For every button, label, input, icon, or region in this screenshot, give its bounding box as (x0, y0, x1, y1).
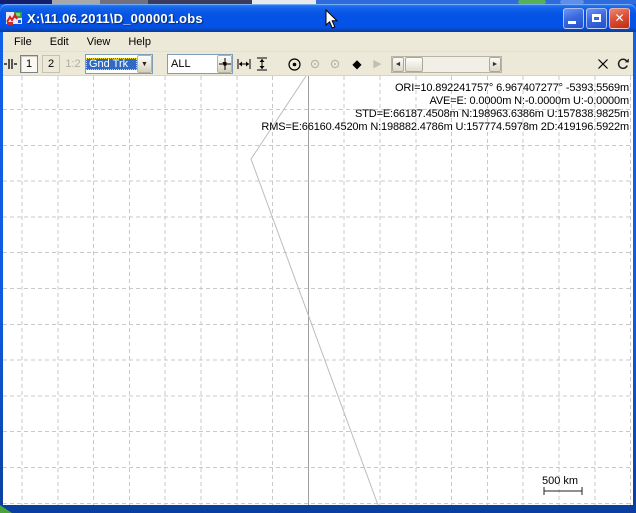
window-title: X:\11.06.2011\D_000001.obs (27, 11, 563, 26)
fit-horizontal-icon[interactable] (236, 57, 251, 71)
mouse-cursor (325, 9, 339, 30)
stat-ave: AVE=E: 0.0000m N:-0.0000m U:-0.0000m (261, 95, 629, 108)
title-bar[interactable]: X:\11.06.2011\D_000001.obs ✕ (0, 4, 636, 32)
stat-rms: RMS=E:66160.4520m N:198882.4786m U:15777… (261, 121, 629, 134)
minimize-button[interactable] (563, 8, 584, 29)
scroll-left-button[interactable]: ◄ (392, 57, 404, 72)
menu-help[interactable]: Help (119, 33, 160, 51)
waypoint-diamond-icon[interactable]: ◆ (350, 57, 364, 71)
refresh-icon[interactable] (615, 57, 630, 71)
time-scrollbar[interactable]: ◄ ► (391, 56, 502, 73)
stats-overlay: ORI=10.892241757° 6.967407277° -5393.556… (261, 82, 629, 134)
minimize-icon (568, 21, 576, 24)
menu-edit[interactable]: Edit (41, 33, 78, 51)
close-icon: ✕ (614, 12, 624, 24)
small-circle-icon-disabled[interactable] (329, 57, 340, 71)
stat-ori: ORI=10.892241757° 6.967407277° -5393.556… (261, 82, 629, 95)
clear-icon[interactable] (596, 57, 610, 71)
app-window: X:\11.06.2011\D_000001.obs ✕ File Edit V… (0, 0, 636, 513)
toolbar-grip-icon[interactable] (4, 59, 17, 69)
plot-type-combobox[interactable]: Gnd Trk ▼ (85, 54, 153, 74)
app-icon (6, 10, 22, 26)
plot-type-value: Gnd Trk (86, 58, 137, 70)
center-cursor-icon[interactable] (217, 57, 232, 71)
view-split-button[interactable]: 1:2 (62, 55, 84, 73)
view-2-button[interactable]: 2 (42, 55, 60, 73)
toolbar: 1 2 1:2 Gnd Trk ▼ ALL ▼ ◆ ▶ (3, 52, 633, 76)
small-circle-icon-disabled[interactable] (309, 57, 320, 71)
plot-area[interactable]: ORI=10.892241757° 6.967407277° -5393.556… (3, 76, 633, 505)
stat-std: STD=E:66187.4508m N:198963.6386m U:15783… (261, 108, 629, 121)
menu-file[interactable]: File (5, 33, 41, 51)
menu-view[interactable]: View (78, 33, 120, 51)
view-1-button[interactable]: 1 (20, 55, 38, 73)
desktop-corner-sliver (0, 505, 12, 513)
menu-bar: File Edit View Help (3, 32, 633, 52)
scale-bar-label: 500 km (536, 475, 584, 487)
maximize-button[interactable] (586, 8, 607, 29)
center-origin-icon[interactable] (286, 57, 302, 71)
play-icon[interactable]: ▶ (371, 57, 384, 71)
fit-vertical-icon[interactable] (254, 57, 269, 71)
maximize-icon (592, 14, 601, 22)
scroll-right-button[interactable]: ► (489, 57, 501, 72)
satellite-filter-value: ALL (168, 58, 217, 70)
scroll-thumb[interactable] (405, 57, 423, 72)
ground-track-canvas (3, 76, 633, 505)
chevron-down-icon[interactable]: ▼ (137, 55, 152, 73)
close-button[interactable]: ✕ (609, 8, 630, 29)
